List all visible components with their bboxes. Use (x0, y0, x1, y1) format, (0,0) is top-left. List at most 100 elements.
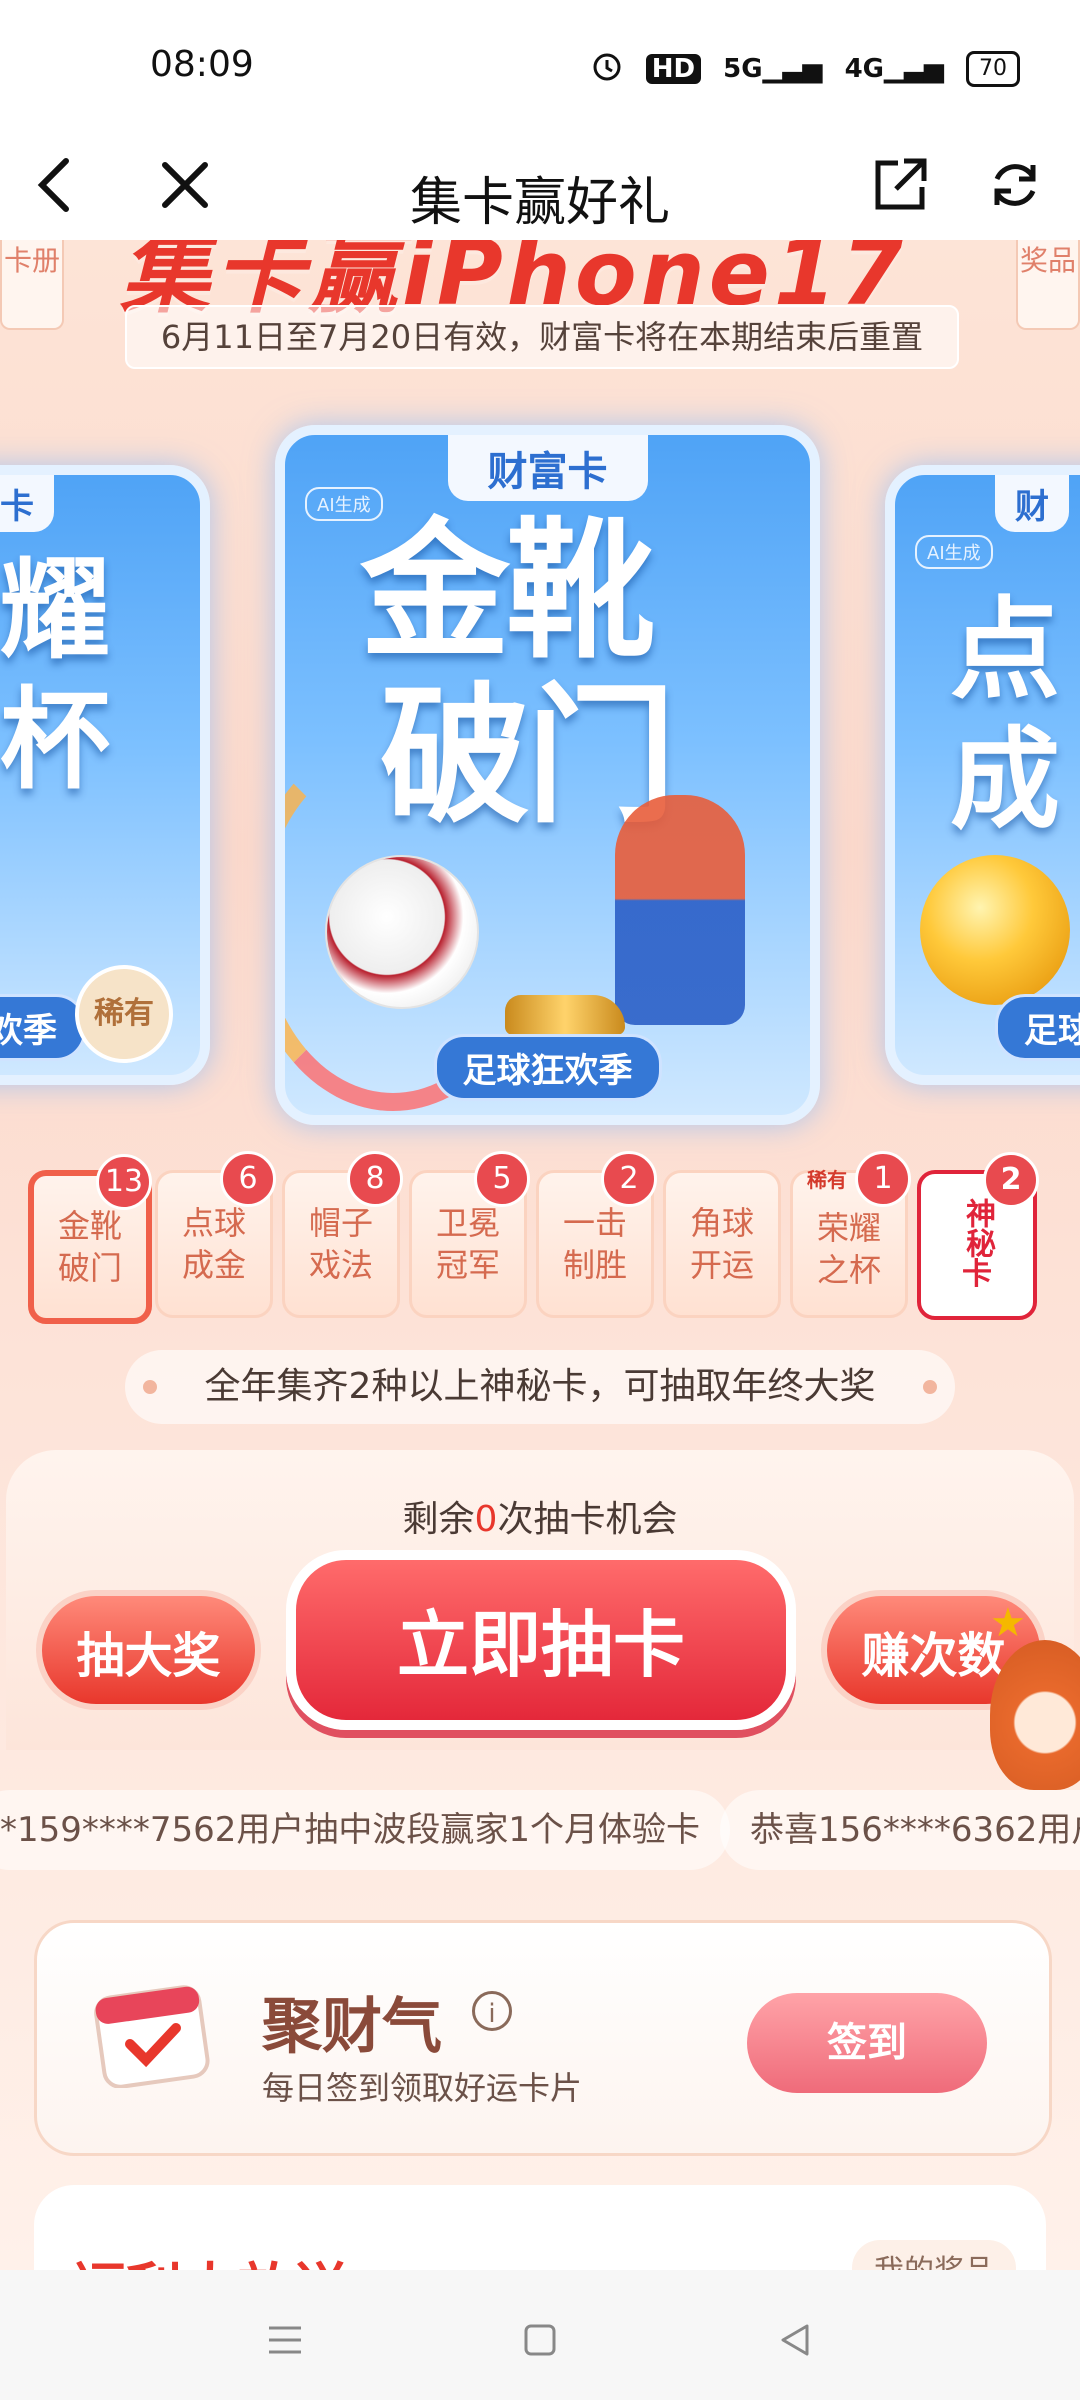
chip-label: 金靴 (57, 1207, 122, 1245)
back-triangle-icon (781, 2324, 809, 2356)
share-button[interactable] (865, 150, 935, 220)
card-center-line1: 金靴 (360, 505, 656, 679)
info-icon[interactable]: i (472, 1991, 512, 2031)
card-center-wealth[interactable]: 财富卡 AI生成 金靴 破门 足球狂欢季 (275, 425, 820, 1125)
chip-one-strike[interactable]: 一击 制胜 2 (536, 1151, 657, 1318)
chip-label: 帽子 (308, 1204, 373, 1242)
card-center-foot: 足球狂欢季 (433, 1034, 662, 1101)
card-left-line2: 杯 (0, 676, 110, 804)
card-left-line1: 耀 (0, 546, 110, 674)
chip-label: 一击 (562, 1204, 627, 1242)
ai-generated-tag-right: AI生成 (915, 535, 993, 569)
card-right-foot: 足球 (995, 994, 1080, 1061)
back-nav-button[interactable] (765, 2310, 825, 2370)
chip-penalty-gold[interactable]: 点球成金 6 (155, 1151, 276, 1318)
chip-label: 破门 (57, 1249, 122, 1287)
validity-banner: 6月11日至7月20日有效，财富卡将在本期结束后重置 (125, 305, 959, 369)
menu-button[interactable] (255, 2310, 315, 2370)
signin-card: 聚财气 i 每日签到领取好运卡片 签到 (34, 1920, 1052, 2156)
signin-subtitle: 每日签到领取好运卡片 (262, 2069, 583, 2107)
signal-4g-label: 4G (844, 53, 884, 84)
card-left-label: 卡 (0, 475, 54, 532)
chip-label: 制胜 (562, 1246, 627, 1284)
signin-button[interactable]: 签到 (747, 1993, 987, 2093)
chip-label: 卡 (962, 1257, 992, 1292)
card-right-line1: 点 (950, 586, 1060, 714)
ticker-item: 恭喜156****6362用户 (720, 1790, 1080, 1870)
chip-label: 冠军 (435, 1246, 500, 1284)
draw-count-prefix: 剩余 (402, 1499, 475, 1540)
collect-tip-text: 全年集齐2种以上神秘卡，可抽取年终大奖 (204, 1366, 876, 1407)
my-prize-link[interactable]: 我的奖品 (852, 2240, 1016, 2270)
welfare-title: 福利大放送 (70, 2245, 350, 2270)
chip-defending-champion[interactable]: 卫冕冠军 5 (409, 1151, 530, 1318)
decor-dot (923, 1380, 937, 1394)
chip-label: 成金 (181, 1246, 246, 1284)
grand-prize-button[interactable]: 抽大奖 (36, 1590, 261, 1710)
collect-tip-banner: 全年集齐2种以上神秘卡，可抽取年终大奖 (125, 1350, 955, 1424)
chip-label: 开运 (689, 1246, 754, 1284)
main-content: 集卡赢iPhone17 卡册 奖品 6月11日至7月20日有效，财富卡将在本期结… (0, 240, 1080, 2270)
status-time: 08:09 (150, 44, 254, 85)
signal-5g-icon: 5G▁▃▅ (723, 53, 823, 84)
card-right-label: 财 (995, 475, 1069, 532)
draw-count-suffix: 次抽卡机会 (497, 1499, 678, 1540)
system-nav-bar (0, 2270, 1080, 2400)
chip-mystery-card[interactable]: 神秘卡 2 (917, 1152, 1039, 1320)
hd-icon: HD (645, 53, 702, 84)
card-left-foot: 欢季 (0, 994, 86, 1061)
card-chip-row: 金靴 破门 13 点球 成金 6 帽子 戏法 8 卫冕 冠军 5 一击 制胜 2 角球 开运… (28, 1151, 1058, 1324)
welfare-card: 福利大放送 我的奖品 (34, 2185, 1046, 2270)
chip-count-badge: 2 (983, 1152, 1039, 1208)
chip-glory-cup[interactable]: 稀有 荣耀之杯 1 (790, 1151, 911, 1318)
draw-now-button[interactable]: 立即抽卡 (286, 1550, 796, 1730)
draw-panel: 剩余0次抽卡机会 抽大奖 立即抽卡 赚次数 (6, 1450, 1074, 1750)
chip-label: 戏法 (308, 1246, 373, 1284)
player-image (615, 795, 745, 1025)
golden-ball-image (920, 855, 1070, 1005)
chip-count-badge: 1 (855, 1151, 911, 1207)
home-button[interactable] (510, 2310, 570, 2370)
refresh-button[interactable] (980, 150, 1050, 220)
chip-label: 神秘 (960, 1198, 995, 1258)
draw-count-text: 剩余0次抽卡机会 (6, 1490, 1074, 1542)
chip-count-badge: 13 (96, 1154, 152, 1210)
decor-dot (143, 1380, 157, 1394)
chip-label: 之杯 (816, 1251, 881, 1289)
signal-4g-icon: 4G▁▃▅ (844, 53, 944, 84)
ticker-item: *159****7562用户抽中波段赢家1个月体验卡 (0, 1790, 731, 1870)
chip-count-badge: 6 (220, 1151, 276, 1207)
mascot-image (990, 1640, 1080, 1790)
star-icon: ★ (990, 1600, 1026, 1646)
status-bar: 08:09 HD 5G▁▃▅ 4G▁▃▅ 70 (0, 0, 1080, 130)
chip-label: 点球 (181, 1204, 246, 1242)
soccer-ball-image (325, 855, 479, 1009)
battery-icon: 70 (966, 50, 1020, 87)
chip-corner-luck[interactable]: 角球 开运 (663, 1170, 781, 1318)
signin-title: 聚财气 (262, 1992, 442, 2062)
chip-label: 荣耀 (816, 1209, 881, 1247)
golden-boot-image (505, 995, 625, 1035)
chip-rare-tag: 稀有 (807, 1168, 847, 1192)
menu-icon (269, 2326, 301, 2354)
home-icon (524, 2324, 556, 2356)
refresh-icon (994, 164, 1036, 206)
mascot-float-button[interactable]: ★ (980, 1600, 1080, 1800)
card-left-peek[interactable]: 卡 耀 杯 欢季 稀有 (0, 465, 210, 1085)
calendar-check-icon (92, 1978, 212, 2089)
nav-bar: 集卡赢好礼 (0, 130, 1080, 240)
chip-hat-trick[interactable]: 帽子 戏法 8 (282, 1151, 403, 1318)
prizes-tab[interactable]: 奖品 (1016, 240, 1080, 330)
card-right-peek[interactable]: 财 AI生成 点 成 足球 (885, 465, 1080, 1085)
chip-count-badge: 5 (474, 1151, 530, 1207)
card-right-line2: 成 (950, 716, 1060, 844)
status-icons: HD 5G▁▃▅ 4G▁▃▅ 70 (590, 48, 1020, 89)
chip-golden-boot[interactable]: 金靴破门 13 (28, 1154, 152, 1324)
draw-count-value: 0 (474, 1499, 498, 1540)
card-album-tab[interactable]: 卡册 (0, 240, 64, 330)
signal-5g-label: 5G (723, 53, 763, 84)
chip-label: 卫冕 (435, 1204, 500, 1242)
winner-ticker: *159****7562用户抽中波段赢家1个月体验卡 恭喜156****6362… (0, 1790, 1080, 1870)
card-center-label: 财富卡 (447, 435, 648, 501)
chip-label: 角球 (689, 1204, 754, 1242)
